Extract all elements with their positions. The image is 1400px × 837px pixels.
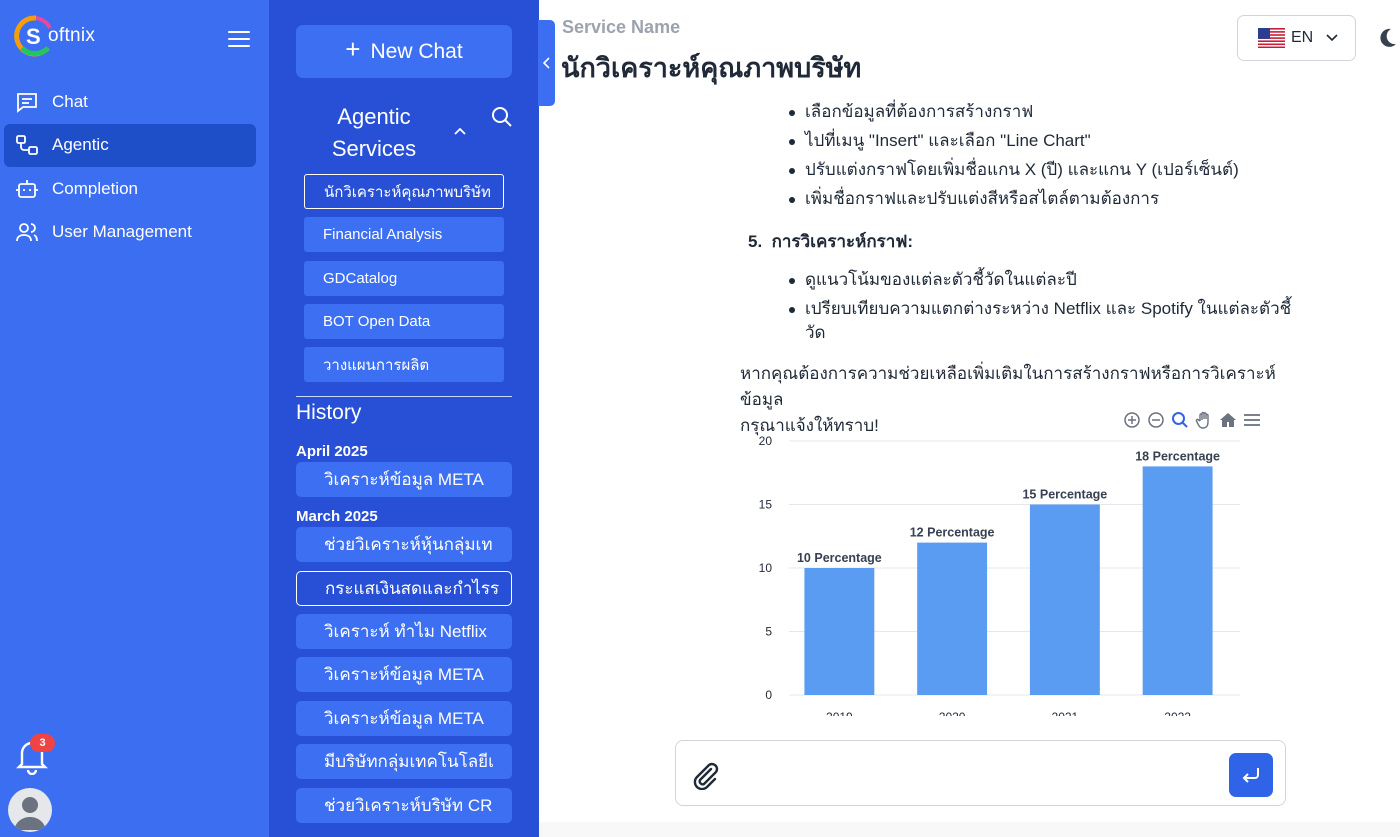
bar-data-label: 12 Percentage bbox=[910, 526, 995, 540]
zoom-in-icon[interactable] bbox=[1122, 410, 1142, 430]
divider bbox=[296, 396, 512, 397]
sidebar-item-label: User Management bbox=[52, 222, 192, 241]
list-item: เปรียบเทียบความแตกต่างระหว่าง Netflix แล… bbox=[788, 297, 1291, 345]
plus-icon: + bbox=[345, 34, 361, 64]
bar-data-label: 10 Percentage bbox=[797, 551, 882, 565]
chevron-up-icon[interactable] bbox=[453, 124, 467, 138]
history-item[interactable]: ช่วยวิเคราะห์หุ้นกลุ่มเท bbox=[296, 527, 512, 562]
chart-toolbar bbox=[1122, 410, 1262, 432]
sidebar-item-completion[interactable]: Completion bbox=[4, 167, 256, 210]
user-avatar[interactable] bbox=[8, 788, 52, 832]
message-composer bbox=[675, 740, 1286, 806]
steps-bullet-list: เลือกข้อมูลที่ต้องการสร้างกราฟ ไปที่เมนู… bbox=[789, 100, 1239, 211]
history-item[interactable]: วิเคราะห์ข้อมูล META bbox=[296, 701, 512, 736]
y-tick-label: 15 bbox=[759, 498, 773, 512]
x-tick-label: 2022 bbox=[1164, 710, 1191, 716]
paperclip-attach-icon[interactable] bbox=[690, 760, 720, 790]
bottom-strip bbox=[539, 822, 1400, 837]
logo-text: oftnix bbox=[48, 25, 96, 46]
new-chat-button[interactable]: + New Chat bbox=[296, 25, 512, 78]
dark-mode-moon-icon[interactable] bbox=[1377, 27, 1397, 49]
collapse-panel-button[interactable] bbox=[538, 20, 555, 106]
zoom-out-icon[interactable] bbox=[1146, 410, 1166, 430]
service-item-bot-open-data[interactable]: BOT Open Data bbox=[304, 304, 504, 339]
bar-data-label: 15 Percentage bbox=[1022, 488, 1107, 502]
history-item[interactable]: มีบริษัทกลุ่มเทคโนโลยีเ bbox=[296, 744, 512, 779]
history-item[interactable]: วิเคราะห์ข้อมูล META bbox=[296, 462, 512, 497]
list-item: เลือกข้อมูลที่ต้องการสร้างกราฟ bbox=[789, 100, 1239, 124]
bar-chart: 0 5 10 15 20 10 Percentage 2019 12 Percentage 20… bbox=[759, 434, 1240, 716]
new-chat-label: New Chat bbox=[370, 39, 463, 63]
bar bbox=[804, 568, 875, 695]
y-tick-label: 20 bbox=[759, 434, 773, 448]
sidebar-item-label: Chat bbox=[52, 91, 88, 111]
x-tick-label: 2020 bbox=[939, 710, 966, 716]
service-item-financial-analysis[interactable]: Financial Analysis bbox=[304, 217, 504, 252]
x-tick-label: 2021 bbox=[1052, 710, 1079, 716]
send-button[interactable] bbox=[1229, 753, 1273, 797]
history-item[interactable]: วิเคราะห์ข้อมูล META bbox=[296, 657, 512, 692]
service-name-label: Service Name bbox=[562, 17, 681, 37]
page-title: นักวิเคราะห์คุณภาพบริษัท bbox=[561, 53, 862, 83]
bar bbox=[917, 542, 988, 695]
language-select[interactable]: EN bbox=[1237, 15, 1356, 61]
bar bbox=[1029, 504, 1100, 695]
sidebar-item-user-management[interactable]: User Management bbox=[4, 211, 256, 254]
message-input[interactable] bbox=[734, 751, 1214, 795]
hamburger-menu-icon[interactable] bbox=[228, 31, 250, 49]
sidebar-nav: Chat Agentic Completion User Management bbox=[4, 80, 256, 254]
history-title: History bbox=[296, 401, 362, 424]
notification-count-badge: 3 bbox=[30, 734, 55, 752]
us-flag-icon bbox=[1258, 28, 1285, 48]
chat-content: เลือกข้อมูลที่ต้องการสร้างกราฟ ไปที่เมนู… bbox=[560, 96, 1320, 716]
users-icon bbox=[14, 219, 40, 245]
step-5-heading: 5. การวิเคราะห์กราฟ: bbox=[748, 232, 914, 251]
bot-icon bbox=[14, 176, 40, 202]
zoom-selection-icon[interactable] bbox=[1170, 410, 1190, 430]
y-tick-label: 0 bbox=[765, 688, 772, 702]
search-icon[interactable] bbox=[491, 106, 513, 128]
analysis-bullet-list: ดูแนวโน้มของแต่ละตัวชี้วัดในแต่ละปี เปรี… bbox=[788, 268, 1291, 345]
language-label: EN bbox=[1291, 29, 1314, 46]
history-item[interactable]: กระแสเงินสดและกำไรร bbox=[296, 571, 512, 606]
service-item-gdcatalog[interactable]: GDCatalog bbox=[304, 261, 504, 296]
history-item[interactable]: ช่วยวิเคราะห์บริษัท CR bbox=[296, 788, 512, 823]
service-item-company-quality-analyst[interactable]: นักวิเคราะห์คุณภาพบริษัท bbox=[304, 174, 504, 209]
sidebar-item-label: Agentic bbox=[52, 135, 109, 154]
home-reset-icon[interactable] bbox=[1218, 410, 1238, 430]
service-item-production-planning[interactable]: วางแผนการผลิต bbox=[304, 347, 504, 382]
sidebar-item-label: Completion bbox=[52, 178, 138, 198]
history-month-label: March 2025 bbox=[296, 508, 378, 525]
y-tick-label: 10 bbox=[759, 561, 773, 575]
pan-hand-icon[interactable] bbox=[1194, 410, 1214, 430]
list-item: ปรับแต่งกราฟโดยเพิ่มชื่อแกน X (ปี) และแก… bbox=[789, 158, 1239, 182]
enter-return-icon bbox=[1242, 768, 1259, 783]
bar bbox=[1142, 466, 1213, 695]
softnix-logo[interactable]: S oftnix bbox=[14, 14, 95, 58]
history-item[interactable]: วิเคราะห์ ทำไม Netflix bbox=[296, 614, 512, 649]
agentic-services-title: Agentic Services bbox=[331, 104, 417, 161]
list-item: ไปที่เมนู "Insert" และเลือก "Line Chart" bbox=[789, 129, 1239, 153]
x-tick-label: 2019 bbox=[826, 710, 853, 716]
chevron-down-icon bbox=[1326, 34, 1338, 42]
list-item: ดูแนวโน้มของแต่ละตัวชี้วัดในแต่ละปี bbox=[788, 268, 1291, 292]
chevron-left-icon bbox=[542, 57, 550, 69]
main-sidebar: S oftnix Chat Agentic Completion User Ma… bbox=[0, 0, 269, 837]
agentic-panel: + New Chat Agentic Services นักวิเคราะห์… bbox=[269, 0, 539, 837]
agentic-icon bbox=[14, 132, 40, 158]
list-item: เพิ่มชื่อกราฟและปรับแต่งสีหรือสไตล์ตามต้… bbox=[789, 187, 1239, 211]
history-month-label: April 2025 bbox=[296, 443, 368, 460]
svg-text:S: S bbox=[26, 24, 41, 49]
sidebar-item-agentic[interactable]: Agentic bbox=[4, 123, 256, 167]
menu-icon[interactable] bbox=[1242, 410, 1262, 430]
sidebar-item-chat[interactable]: Chat bbox=[4, 80, 256, 123]
softnix-logo-mark: S bbox=[14, 15, 52, 57]
y-tick-label: 5 bbox=[765, 625, 772, 639]
chat-icon bbox=[14, 89, 40, 115]
bar-data-label: 18 Percentage bbox=[1135, 449, 1220, 463]
